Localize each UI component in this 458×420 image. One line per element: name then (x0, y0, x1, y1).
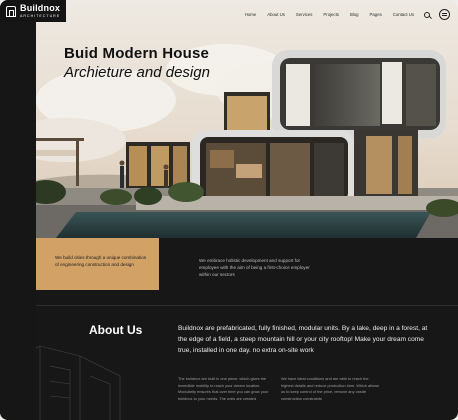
hero-section (36, 0, 458, 238)
brand-name: Buildnox (20, 3, 61, 13)
about-text-col-2: We have ideal conditions and are able to… (281, 376, 379, 401)
logo-text: Buildnox ARCHITECTURE (20, 3, 61, 19)
cta-box: We build cities through a unique combina… (36, 238, 159, 290)
nav-blog[interactable]: Blog (350, 12, 359, 17)
hero-image (36, 0, 458, 238)
hero-heading: Buid Modern House Archieture and design (64, 45, 210, 81)
brand-tagline: ARCHITECTURE (20, 14, 61, 18)
band-text: We embrace holistic development and supp… (199, 258, 310, 277)
logo[interactable]: Buildnox ARCHITECTURE (0, 0, 66, 22)
logo-mark-icon (6, 5, 16, 17)
cta-text: We build cities through a unique combina… (55, 255, 147, 267)
nav-home[interactable]: Home (245, 12, 256, 17)
main-nav: Home About Us Services Projects Blog Pag… (234, 9, 450, 20)
nav-services[interactable]: Services (296, 12, 312, 17)
about-text-col-1: The buildnox are built in one piece, whi… (178, 376, 269, 401)
search-icon[interactable] (424, 11, 430, 18)
hero-title: Buid Modern House (64, 45, 210, 62)
nav-contact-us[interactable]: Contact Us (393, 12, 414, 17)
nav-projects[interactable]: Projects (323, 12, 339, 17)
page: Buildnox ARCHITECTURE Home About Us Serv… (0, 0, 458, 420)
nav-about-us[interactable]: About Us (267, 12, 285, 17)
about-lead: Buildnox are prefabricated, fully finish… (178, 325, 428, 354)
section-divider (36, 305, 458, 306)
nav-pages[interactable]: Pages (370, 12, 382, 17)
about-title: About Us (89, 323, 143, 337)
left-dark-strip (0, 0, 36, 420)
hero-subtitle: Archieture and design (64, 64, 210, 81)
menu-icon[interactable] (439, 9, 450, 20)
header: Buildnox ARCHITECTURE Home About Us Serv… (0, 0, 458, 30)
